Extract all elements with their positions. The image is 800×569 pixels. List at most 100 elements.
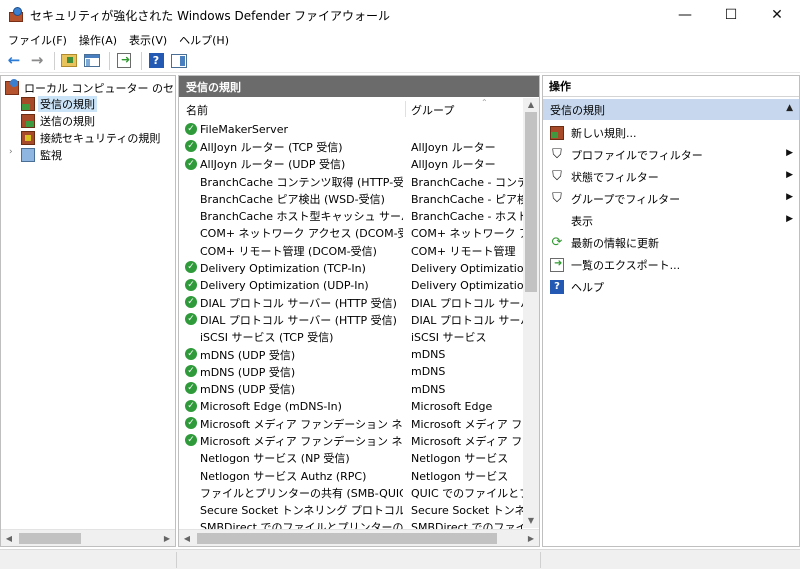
- table-row[interactable]: ✓Microsoft メディア ファンデーション ネットワーク ... Micro…: [179, 415, 523, 432]
- table-row[interactable]: ✓ mDNS (UDP 受信) mDNS: [179, 363, 523, 380]
- actions-section-inbound-rules[interactable]: 受信の規則 ▲: [543, 99, 799, 120]
- maximize-button[interactable]: ☐: [708, 0, 754, 30]
- rule-group-cell: Netlogon サービス: [411, 469, 509, 483]
- table-row[interactable]: ✓ Microsoft Edge (mDNS-In) Microsoft Edge: [179, 398, 523, 415]
- scroll-up-icon[interactable]: ▲: [523, 98, 539, 112]
- table-row[interactable]: ✓ FileMakerServer: [179, 121, 523, 138]
- help-button[interactable]: ?: [146, 51, 166, 71]
- enabled-check-icon: ✓: [185, 417, 197, 430]
- forward-button[interactable]: →: [27, 51, 47, 71]
- window-title: セキュリティが強化された Windows Defender ファイアウォール: [30, 8, 391, 23]
- monitor-icon: [21, 148, 35, 162]
- rule-name-cell: mDNS (UDP 受信): [200, 348, 296, 362]
- close-button[interactable]: ✕: [754, 0, 800, 30]
- scroll-left-icon[interactable]: ◀: [179, 530, 195, 546]
- table-row[interactable]: ✓ AllJoyn ルーター (UDP 受信) AllJoyn ルーター: [179, 156, 523, 173]
- action-item[interactable]: 表示 ▶: [543, 210, 799, 232]
- enabled-check-icon: ✓: [185, 382, 197, 395]
- collapse-icon[interactable]: ▲: [786, 103, 793, 113]
- toolbar-separator: [54, 51, 55, 70]
- table-row[interactable]: ✓ Delivery Optimization (TCP-In) Delivery …: [179, 259, 523, 276]
- title-bar: セキュリティが強化された Windows Defender ファイアウォール —…: [0, 0, 800, 30]
- action-item[interactable]: ⛉ グループでフィルター ▶: [543, 188, 799, 210]
- tree-item-connection-security-rules[interactable]: 接続セキュリティの規則: [21, 130, 162, 146]
- table-row[interactable]: ファイルとプリンターの共有 (SMB-QUIC 受信) QUIC でのファイルとプ…: [179, 484, 523, 501]
- column-divider[interactable]: [405, 101, 406, 117]
- tree-item-outbound-rules[interactable]: 送信の規則: [21, 113, 97, 129]
- rule-group-cell: BranchCache - ホスト型キ: [411, 210, 523, 224]
- table-row[interactable]: ✓ mDNS (UDP 受信) mDNS: [179, 346, 523, 363]
- table-row[interactable]: BranchCache ピア検出 (WSD-受信) BranchCache - ピ…: [179, 190, 523, 207]
- list-horizontal-scrollbar[interactable]: ◀ ▶: [179, 529, 539, 546]
- console-tree-icon: [84, 54, 100, 67]
- table-row[interactable]: BranchCache コンテンツ取得 (HTTP-受信) BranchCache…: [179, 173, 523, 190]
- list-vertical-scrollbar[interactable]: ▲ ▼: [523, 98, 539, 528]
- table-row[interactable]: BranchCache ホスト型キャッシュ サーバー (HTT... Branch…: [179, 207, 523, 224]
- action-label: グループでフィルター: [571, 193, 681, 206]
- enabled-check-icon: ✓: [185, 140, 197, 153]
- table-row[interactable]: Netlogon サービス Authz (RPC) Netlogon サービス: [179, 467, 523, 484]
- action-item[interactable]: 新しい規則...: [543, 122, 799, 144]
- table-row[interactable]: iSCSI サービス (TCP 受信) iSCSI サービス: [179, 329, 523, 346]
- scroll-right-icon[interactable]: ▶: [523, 530, 539, 546]
- scroll-left-icon[interactable]: ◀: [1, 530, 17, 546]
- scroll-down-icon[interactable]: ▼: [523, 514, 539, 528]
- tree-item-inbound-rules[interactable]: 受信の規則: [21, 96, 97, 112]
- action-item[interactable]: ⛉ プロファイルでフィルター ▶: [543, 144, 799, 166]
- minimize-button[interactable]: —: [662, 0, 708, 30]
- rule-name-cell: BranchCache ホスト型キャッシュ サーバー (HTT...: [200, 210, 403, 224]
- rule-name-cell: FileMakerServer: [200, 123, 288, 137]
- rules-list-pane: 受信の規則 名前 グループ ⌃ ✓ FileMakerServer ✓ AllJoyn…: [178, 75, 540, 547]
- firewall-app-icon: [8, 7, 24, 23]
- action-item[interactable]: ⛉ 状態でフィルター ▶: [543, 166, 799, 188]
- show-hide-console-tree-button[interactable]: [82, 51, 102, 71]
- show-hide-action-pane-button[interactable]: [169, 51, 189, 71]
- rule-name-cell: COM+ ネットワーク アクセス (DCOM-受信): [200, 227, 403, 241]
- table-row[interactable]: ✓ AllJoyn ルーター (TCP 受信) AllJoyn ルーター: [179, 138, 523, 155]
- back-button[interactable]: ←: [4, 51, 24, 71]
- action-item[interactable]: 一覧のエクスポート...: [543, 254, 799, 276]
- rule-name-cell: AllJoyn ルーター (TCP 受信): [200, 140, 343, 154]
- submenu-arrow-icon: ▶: [786, 214, 793, 224]
- tree-item-label: 接続セキュリティの規則: [40, 132, 161, 145]
- table-row[interactable]: Secure Socket トンネリング プロトコル (SSTP 受... Sec…: [179, 502, 523, 519]
- table-row[interactable]: Netlogon サービス (NP 受信) Netlogon サービス: [179, 450, 523, 467]
- menu-help[interactable]: ヘルプ(H): [173, 32, 235, 48]
- export-list-button[interactable]: [114, 51, 134, 71]
- table-row[interactable]: COM+ ネットワーク アクセス (DCOM-受信) COM+ ネットワーク アク…: [179, 225, 523, 242]
- rule-group-cell: Microsoft メディア ファンデ: [411, 417, 523, 431]
- sort-caret-icon: ⌃: [481, 98, 488, 107]
- scroll-right-icon[interactable]: ▶: [159, 530, 175, 546]
- column-header-group[interactable]: グループ: [411, 102, 454, 118]
- rule-name-cell: Secure Socket トンネリング プロトコル (SSTP 受...: [200, 504, 403, 518]
- help-icon: ?: [148, 53, 164, 68]
- rules-list: ✓ FileMakerServer ✓ AllJoyn ルーター (TCP 受信) Al…: [179, 121, 523, 536]
- scroll-thumb[interactable]: [19, 533, 81, 544]
- column-header-name[interactable]: 名前: [186, 102, 208, 118]
- table-row[interactable]: COM+ リモート管理 (DCOM-受信) COM+ リモート管理: [179, 242, 523, 259]
- rule-group-cell: mDNS: [411, 348, 446, 361]
- rule-name-cell: BranchCache コンテンツ取得 (HTTP-受信): [200, 175, 403, 189]
- scroll-thumb[interactable]: [525, 112, 537, 292]
- table-row[interactable]: ✓DIAL プロトコル サーバー (HTTP 受信) DIAL プロトコル サーバ…: [179, 311, 523, 328]
- actions-section-label: 受信の規則: [550, 103, 605, 117]
- table-row[interactable]: ✓ Delivery Optimization (UDP-In) Delivery …: [179, 277, 523, 294]
- action-label: 表示: [571, 215, 593, 228]
- table-row[interactable]: ✓ mDNS (UDP 受信) mDNS: [179, 380, 523, 397]
- tree-item-monitor[interactable]: 監視: [21, 147, 64, 163]
- console-tree-pane: ローカル コンピューター のセキュリティが 受信の規則 送信の規則 接続セキュリ…: [0, 75, 176, 547]
- table-row[interactable]: ✓Microsoft メディア ファンデーション ネットワーク ... Micro…: [179, 432, 523, 449]
- menu-view[interactable]: 表示(V): [123, 32, 173, 48]
- menu-file[interactable]: ファイル(F): [2, 32, 73, 48]
- new-rule-icon: [550, 126, 564, 140]
- up-level-button[interactable]: [59, 51, 79, 71]
- toolbar-separator: [141, 51, 142, 70]
- scroll-thumb[interactable]: [197, 533, 497, 544]
- action-item[interactable]: ⟳ 最新の情報に更新: [543, 232, 799, 254]
- tree-root[interactable]: ローカル コンピューター のセキュリティが: [5, 79, 175, 96]
- action-item[interactable]: ? ヘルプ: [543, 276, 799, 298]
- menu-action[interactable]: 操作(A): [73, 32, 123, 48]
- table-row[interactable]: ✓DIAL プロトコル サーバー (HTTP 受信) DIAL プロトコル サーバ…: [179, 294, 523, 311]
- tree-expander-monitor[interactable]: ›: [9, 147, 13, 157]
- tree-horizontal-scrollbar[interactable]: ◀ ▶: [1, 529, 175, 546]
